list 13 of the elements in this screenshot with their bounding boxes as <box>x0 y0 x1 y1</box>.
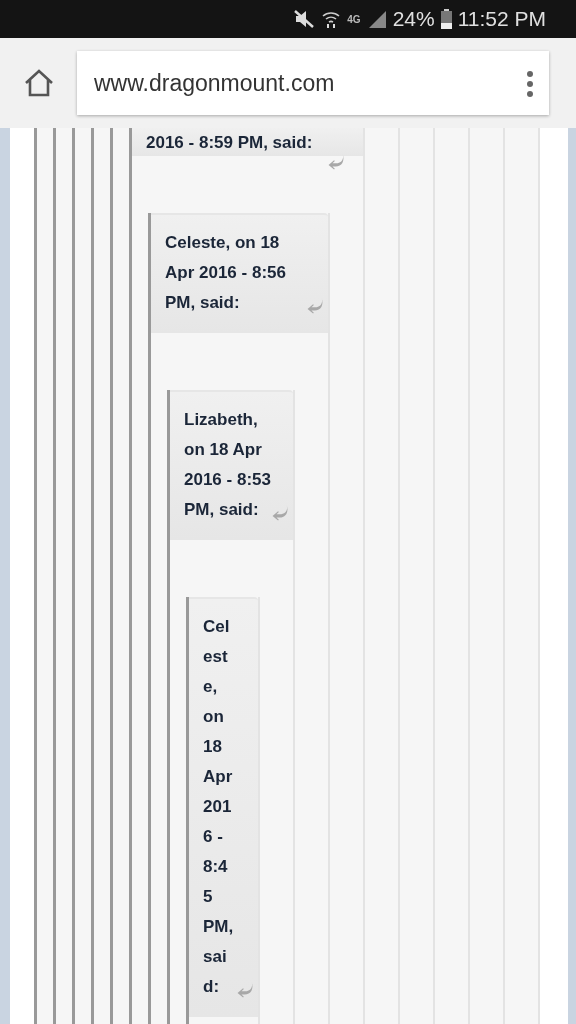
wifi-icon <box>321 9 342 29</box>
mute-icon <box>293 9 316 29</box>
citation-text: 2016 - 8:59 PM, said: <box>146 132 313 154</box>
citation-text: Celeste, on 18 Apr 2016 - 8:45 PM, said: <box>203 616 235 998</box>
battery-percentage: 24% <box>392 7 435 31</box>
citation-text: Celeste, on 18 Apr 2016 - 8:56 PM, said: <box>165 232 287 314</box>
clock: 11:52 PM <box>457 7 546 31</box>
battery-icon <box>440 9 452 29</box>
citation-text: Lizabeth, on 18 Apr 2016 - 8:53 PM, said: <box>184 409 271 521</box>
menu-icon[interactable] <box>526 70 534 98</box>
address-bar[interactable]: www.dragonmount.com <box>77 51 549 115</box>
network-type: 4G <box>347 13 361 25</box>
home-icon[interactable] <box>24 69 54 97</box>
